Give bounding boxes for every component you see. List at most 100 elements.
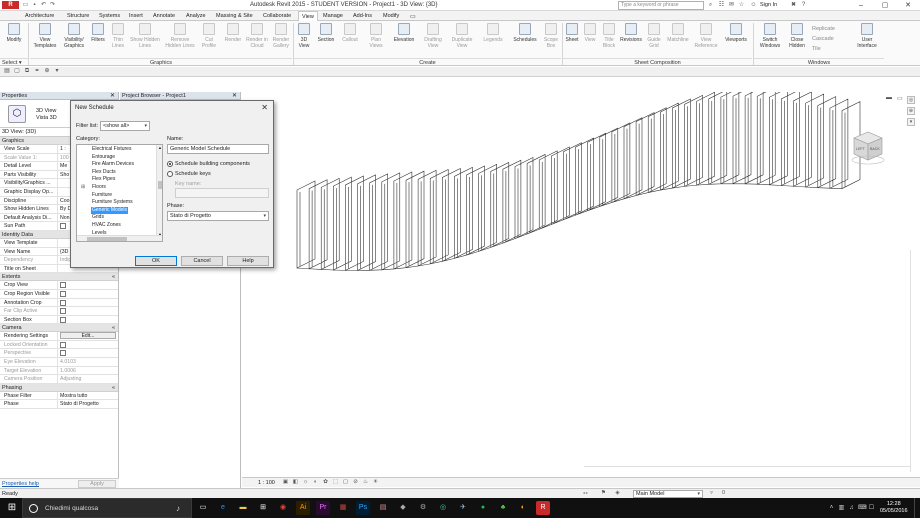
zoom-dropdown-icon[interactable]: ▾ <box>907 118 915 126</box>
tab-collaborate[interactable]: Collaborate <box>260 11 294 21</box>
plan-views-button[interactable]: Plan Views <box>365 23 387 57</box>
property-checkbox[interactable] <box>60 350 66 357</box>
category-list-item[interactable]: Generic Models <box>91 206 129 214</box>
property-row[interactable]: Section Box <box>0 315 118 325</box>
category-list-item[interactable]: Electrical Fixtures <box>91 146 132 153</box>
close-button[interactable]: ✕ <box>897 0 919 11</box>
worksets-icon[interactable]: ⚏ <box>582 490 589 497</box>
property-row[interactable]: Rendering Settings Edit... <box>0 332 118 341</box>
tab-massing-site[interactable]: Massing & Site <box>213 11 256 21</box>
crop-region-icon[interactable]: ▢ <box>342 479 349 486</box>
property-row[interactable]: Phase Filter Mostra tutto <box>0 391 118 401</box>
property-value[interactable]: Mostra tutto <box>58 392 118 400</box>
help-button[interactable]: Help <box>227 256 269 266</box>
tab-annotate[interactable]: Annotate <box>150 11 178 21</box>
category-list-item[interactable]: Furniture <box>91 192 113 199</box>
remove-hidden-lines-button[interactable]: Remove Hidden Lines <box>163 23 197 57</box>
category-phasing[interactable]: Phasing « <box>0 383 118 392</box>
category-list-item[interactable]: Flex Ducts <box>91 169 117 176</box>
store-icon[interactable]: ⊞ <box>256 501 270 515</box>
category-list-item[interactable]: Furniture Systems <box>91 199 134 206</box>
app-icon[interactable]: ✈ <box>456 501 470 515</box>
property-checkbox[interactable] <box>60 316 66 323</box>
close-icon[interactable]: ✕ <box>261 103 268 112</box>
guide-grid-button[interactable]: Guide Grid <box>645 23 663 57</box>
sheet-button[interactable]: Sheet <box>564 23 580 57</box>
keyboard-icon[interactable]: ⌨ <box>858 504 867 512</box>
legends-button[interactable]: Legends <box>480 23 506 57</box>
app-icon[interactable]: ◐ <box>516 501 530 515</box>
section-button[interactable]: Section <box>315 23 337 57</box>
visual-style-icon[interactable]: ◧ <box>292 479 299 486</box>
category-list-item[interactable]: Floors ⊞ <box>81 184 107 191</box>
property-row[interactable]: Locked Orientation <box>0 340 118 350</box>
property-value[interactable] <box>58 349 118 357</box>
view-restore-icon[interactable]: ▭ <box>897 95 903 102</box>
tab-add-ins[interactable]: Add-Ins <box>350 11 375 21</box>
drawing-area[interactable] <box>242 86 920 476</box>
exchange-icon[interactable]: ✖ <box>790 2 797 9</box>
render-button[interactable]: Render <box>222 23 244 57</box>
open-icon[interactable]: ▭ <box>22 2 29 9</box>
replicate-button[interactable]: Replicate <box>812 26 835 32</box>
property-value[interactable] <box>58 281 118 289</box>
wavy-structure-model[interactable] <box>296 86 861 271</box>
property-checkbox[interactable] <box>60 299 66 306</box>
edit-button[interactable]: Edit... <box>60 332 116 340</box>
tab-manage[interactable]: Manage <box>320 11 346 21</box>
modify-button[interactable]: Modify <box>2 23 26 57</box>
search-icon[interactable]: ⌕ <box>707 2 714 9</box>
app-icon[interactable]: ⚙ <box>416 501 430 515</box>
show-desktop-button[interactable] <box>914 498 918 518</box>
switch-windows-button[interactable]: Switch Windows <box>757 23 783 57</box>
property-value[interactable] <box>58 299 118 307</box>
sign-in-button[interactable]: Sign In <box>760 2 777 8</box>
category-list-item[interactable]: Fire Alarm Devices <box>91 161 135 168</box>
zoom-icon[interactable]: ⊕ <box>907 107 915 115</box>
cortana-search[interactable]: Chiedimi qualcosa ♪ <box>22 498 192 518</box>
volume-icon[interactable]: ♫ <box>848 504 855 512</box>
reveal-hidden-icon[interactable]: ☀ <box>372 479 379 486</box>
scroll-thumb[interactable] <box>158 181 162 189</box>
drafting-view-button[interactable]: Drafting View <box>420 23 446 57</box>
tab-insert[interactable]: Insert <box>126 11 146 21</box>
property-row[interactable]: Target Elevation 1.0006 <box>0 366 118 376</box>
close-icon[interactable]: ✕ <box>232 92 237 100</box>
scope-box-button[interactable]: Scope Box <box>542 23 560 57</box>
render-in-cloud-button[interactable]: Render in Cloud <box>245 23 269 57</box>
close-icon[interactable]: ✕ <box>110 92 115 100</box>
pdf-icon[interactable]: ▤ <box>376 501 390 515</box>
thin-lines-button[interactable]: Thin Lines <box>109 23 127 57</box>
model-selector[interactable]: Main Model ▾ <box>633 490 703 498</box>
vertical-scrollbar[interactable] <box>910 250 916 472</box>
temporary-hide-icon[interactable]: ♨ <box>362 479 369 486</box>
select-dropdown[interactable]: Select ▾ <box>0 58 28 66</box>
window-icon[interactable]: ▢ <box>13 68 21 75</box>
photoshop-icon[interactable]: Ps <box>356 501 370 515</box>
ribbon-toggle-icon[interactable]: ▭ <box>410 13 416 20</box>
windows-start-icon[interactable]: ⊞ <box>6 502 18 514</box>
tab-modify[interactable]: Modify <box>380 11 402 21</box>
editable-only-icon[interactable]: ◈ <box>614 490 621 497</box>
maximize-button[interactable]: ▢ <box>874 0 896 11</box>
notifications-icon[interactable]: ☐ <box>868 504 875 512</box>
category-list-item[interactable]: Entourage <box>91 154 116 161</box>
link-icon[interactable]: ⚭ <box>33 68 41 75</box>
sun-path-icon[interactable]: ☼ <box>302 479 309 486</box>
chrome-icon[interactable]: ◉ <box>276 501 290 515</box>
app-icon[interactable]: ♣ <box>496 501 510 515</box>
property-row[interactable]: Camera Position Adjusting <box>0 375 118 384</box>
microphone-icon[interactable]: ♪ <box>176 504 180 513</box>
visibility-graphics-button[interactable]: Visibility/ Graphics <box>62 23 86 57</box>
property-value[interactable] <box>58 316 118 324</box>
ok-button[interactable]: OK <box>135 256 177 266</box>
schedule-components-radio[interactable] <box>167 161 173 167</box>
title-block-button[interactable]: Title Block <box>600 23 618 57</box>
property-value[interactable]: 4.0103 <box>58 358 118 366</box>
duplicate-view-button[interactable]: Duplicate View <box>448 23 476 57</box>
detail-level-icon[interactable]: ▣ <box>282 479 289 486</box>
render-dialog-icon[interactable]: ✿ <box>322 479 329 486</box>
viewports-button[interactable]: Viewports <box>722 23 750 57</box>
properties-help-link[interactable]: Properties help <box>2 481 39 487</box>
view-minimize-icon[interactable]: ▬ <box>886 95 892 101</box>
